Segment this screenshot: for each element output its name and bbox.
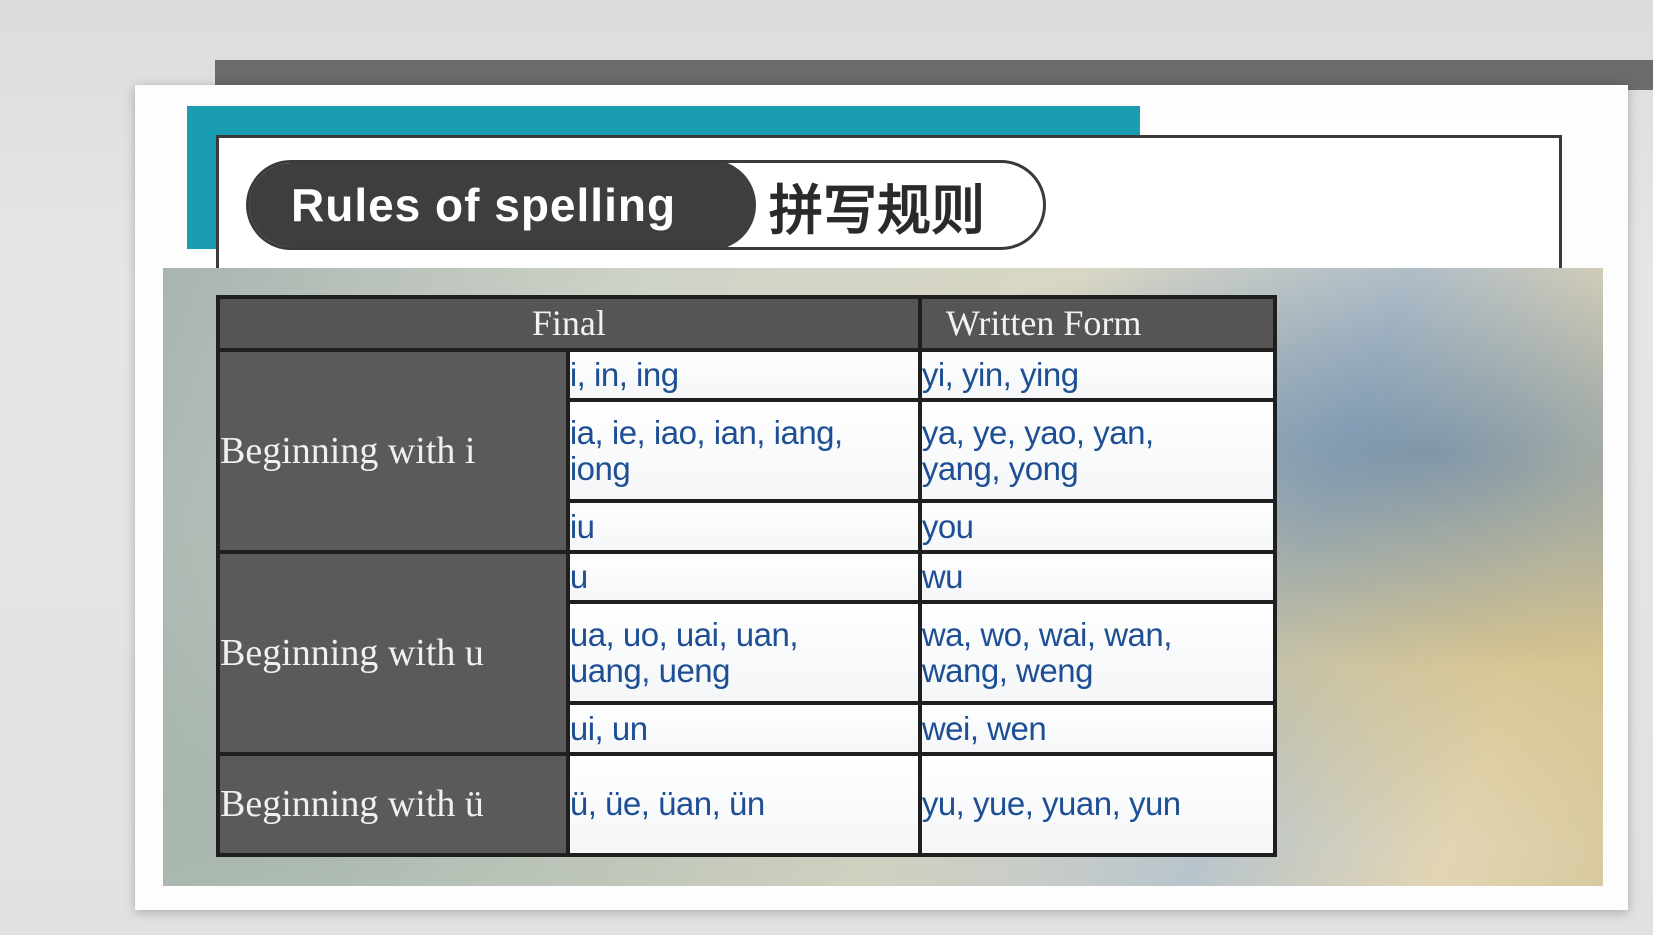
written-cell: yi, yin, ying [917, 347, 1278, 403]
title-pill: Rules of spelling 拼写规则 [246, 160, 1046, 250]
final-cell: i, in, ing [565, 347, 922, 403]
spelling-rules-table: Final Written Form Beginning with i i, i… [216, 295, 1278, 858]
written-cell: ya, ye, yao, yan, yang, yong [917, 398, 1278, 504]
written-cell: wa, wo, wai, wan, wang, weng [917, 600, 1278, 706]
final-cell: ü, üe, üan, ün [565, 751, 922, 858]
final-cell: ua, uo, uai, uan, uang, ueng [565, 600, 922, 706]
final-cell: ui, un [565, 701, 922, 756]
written-cell: you [917, 499, 1278, 554]
header-written-form: Written Form [917, 295, 1278, 352]
final-cell: u [565, 549, 922, 605]
header-final: Final [216, 295, 922, 352]
written-cell: wei, wen [917, 701, 1278, 756]
group-label-i: Beginning with i [216, 347, 570, 554]
title-chinese: 拼写规则 [769, 180, 985, 241]
final-cell: ia, ie, iao, ian, iang, iong [565, 398, 922, 504]
written-cell: wu [917, 549, 1278, 605]
written-cell: yu, yue, yuan, yun [917, 751, 1278, 858]
group-label-u-umlaut: Beginning with ü [216, 751, 570, 858]
title-english: Rules of spelling [249, 163, 756, 247]
group-label-u: Beginning with u [216, 549, 570, 756]
final-cell: iu [565, 499, 922, 554]
